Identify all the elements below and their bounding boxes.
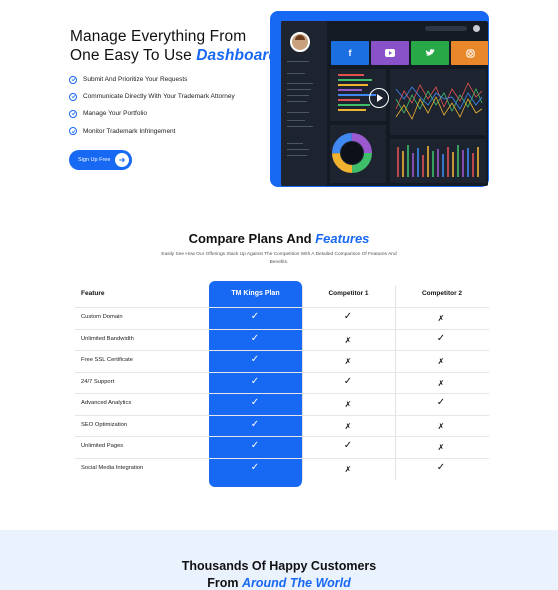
hero-feature-list: Submit And Prioritize Your Requests Comm… (69, 71, 235, 140)
column-divider (302, 286, 303, 480)
header-competitor-1: Competitor 1 (328, 290, 369, 297)
table-row-divider (75, 350, 489, 351)
hero-title-line2: One Easy To Use (70, 47, 197, 64)
cross-icon: ✗ (437, 421, 445, 431)
arrow-right-icon (115, 153, 129, 167)
check-icon: ✓ (250, 332, 260, 344)
testimonials-title-accent: Around The World (241, 576, 351, 590)
sidebar-line (287, 149, 309, 150)
cross-icon: ✗ (344, 464, 352, 474)
sidebar-line (287, 155, 307, 156)
dashboard-column-chart (390, 139, 486, 183)
check-icon: ✓ (436, 461, 446, 473)
check-icon: ✓ (250, 375, 260, 387)
cross-icon: ✗ (437, 378, 445, 388)
column-divider (395, 286, 396, 480)
sidebar-line (287, 120, 305, 121)
header-tm-kings-plan: TM Kings Plan (231, 290, 280, 297)
feature-name: Advanced Analytics (81, 400, 132, 406)
check-icon: ✓ (343, 375, 353, 387)
table-row-divider (75, 414, 489, 416)
table-row-divider (75, 328, 489, 330)
testimonials-title: Thousands Of Happy Customers From Around… (0, 558, 558, 590)
feature-item: Manage Your Portfolio (69, 105, 235, 122)
sidebar-line (287, 126, 313, 127)
check-icon: ✓ (250, 397, 260, 408)
check-icon: ✓ (343, 440, 353, 451)
testimonials-title-prefix: From (207, 576, 242, 590)
dashboard-sidebar (281, 21, 327, 186)
dashboard-search-bar (425, 26, 467, 31)
feature-name: 24/7 Support (81, 378, 115, 385)
sidebar-line (287, 83, 313, 84)
instagram-icon (451, 41, 488, 65)
compare-title: Compare Plans And Features (0, 231, 558, 246)
sidebar-line (287, 61, 309, 62)
hero-title-line1: Manage Everything From (70, 28, 247, 45)
hero-title: Manage Everything From One Easy To Use D… (70, 27, 278, 65)
check-circle-icon (69, 75, 77, 84)
cross-icon: ✗ (344, 421, 352, 431)
feature-item: Monitor Trademark Infringement (69, 123, 235, 140)
feature-name: Custom Domain (81, 314, 123, 320)
sidebar-line (287, 101, 307, 102)
feature-label: Submit And Prioritize Your Requests (83, 76, 188, 84)
table-row-divider (75, 457, 489, 459)
feature-label: Monitor Trademark Infringement (83, 127, 176, 135)
check-icon: ✓ (250, 354, 260, 365)
feature-label: Manage Your Portfolio (83, 110, 147, 118)
check-icon: ✓ (436, 332, 446, 344)
check-icon: ✓ (436, 397, 446, 408)
table-row-divider (75, 393, 489, 394)
feature-name: Free SSL Certificate (81, 357, 133, 363)
check-icon: ✓ (250, 418, 260, 430)
check-circle-icon (69, 109, 77, 118)
cross-icon: ✗ (344, 335, 352, 345)
sign-up-label: Sign Up Free (78, 157, 111, 163)
hero-section: Manage Everything From One Easy To Use D… (0, 0, 558, 200)
header-feature: Feature (81, 290, 105, 297)
feature-label: Communicate Directly With Your Trademark… (83, 93, 235, 101)
dashboard-line-chart (390, 69, 486, 135)
check-icon: ✓ (250, 311, 260, 322)
twitter-icon (411, 41, 449, 65)
facebook-icon: f (331, 41, 369, 65)
sidebar-line (287, 95, 309, 96)
sign-up-free-button[interactable]: Sign Up Free (69, 150, 132, 170)
cross-icon: ✗ (437, 443, 445, 452)
check-circle-icon (69, 127, 77, 136)
check-circle-icon (69, 92, 77, 101)
compare-subtitle: Easily See How Our Offerings Stack Up Ag… (161, 252, 397, 265)
check-icon: ✓ (250, 461, 260, 473)
table-row-divider (75, 307, 489, 308)
avatar (290, 32, 310, 52)
check-icon: ✓ (343, 311, 353, 322)
cross-icon: ✗ (344, 400, 352, 409)
feature-item: Submit And Prioritize Your Requests (69, 71, 235, 88)
cross-icon: ✗ (344, 357, 352, 366)
feature-name: Social Media Integration (81, 464, 144, 471)
check-icon: ✓ (250, 440, 260, 451)
feature-name: Unlimited Bandwidth (81, 335, 134, 342)
header-competitor-2: Competitor 2 (421, 290, 463, 297)
youtube-icon (371, 41, 409, 65)
hero-title-accent: Dashboard (196, 47, 279, 64)
sidebar-line (287, 143, 303, 144)
testimonials-title-line1: Thousands Of Happy Customers (181, 559, 377, 573)
compare-title-prefix: Compare Plans And (188, 231, 316, 246)
feature-name: Unlimited Pages (81, 443, 124, 449)
dashboard-donut-panel (330, 125, 386, 183)
sidebar-line (287, 112, 309, 113)
play-video-icon[interactable] (369, 88, 389, 108)
cross-icon: ✗ (437, 314, 445, 323)
feature-name: SEO Optimization (81, 421, 128, 428)
compare-title-accent: Features (315, 231, 370, 246)
feature-item: Communicate Directly With Your Trademark… (69, 88, 235, 105)
sidebar-line (287, 73, 305, 74)
table-row-divider (75, 436, 489, 437)
dashboard-user-dot (473, 25, 480, 32)
table-row-divider (75, 371, 489, 373)
cross-icon: ✗ (437, 357, 445, 366)
sidebar-line (287, 89, 311, 90)
